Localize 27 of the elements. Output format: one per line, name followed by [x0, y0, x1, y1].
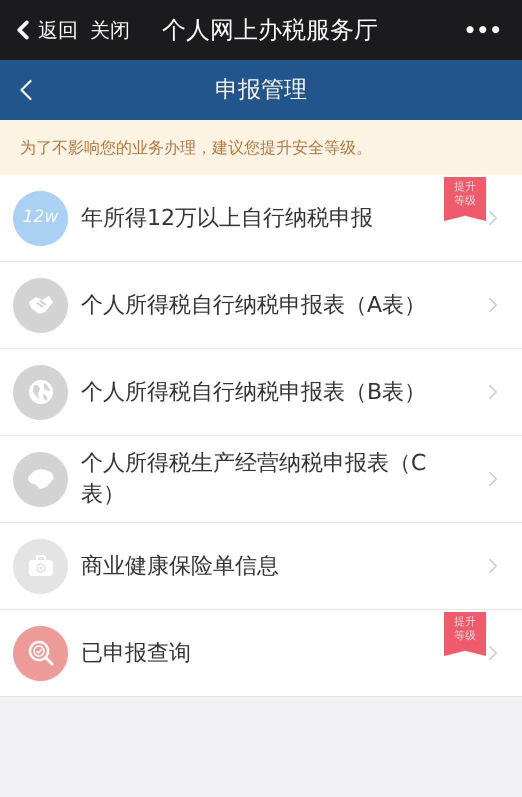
- item-label: 个人所得税生产经营纳税申报表（C表）: [81, 450, 428, 509]
- more-button[interactable]: •••: [464, 15, 502, 45]
- item-label: 商业健康保险单信息: [81, 552, 280, 580]
- item-label: 年所得12万以上自行纳税申报: [81, 204, 374, 232]
- icon-text: 12w: [22, 206, 58, 230]
- medical-kit-icon: [28, 555, 54, 577]
- globe-icon: [28, 379, 54, 405]
- close-button[interactable]: 关闭: [90, 15, 130, 45]
- item-label: 个人所得税自行纳税申报表（B表）: [81, 378, 428, 406]
- ribbon-text: 提升: [454, 615, 476, 629]
- list-item[interactable]: 商业健康保险单信息: [0, 523, 522, 610]
- back-button[interactable]: 返回: [8, 15, 78, 45]
- list-item[interactable]: 个人所得税自行纳税申报表（B表）: [0, 349, 522, 436]
- notice-text: 为了不影响您的业务办理，建议您提升安全等级。: [20, 136, 372, 158]
- list-item[interactable]: 12w 年所得12万以上自行纳税申报 提升 等级: [0, 175, 522, 262]
- item-label: 个人所得税自行纳税申报表（A表）: [81, 292, 428, 320]
- list-item[interactable]: 个人所得税生产经营纳税申报表（C表）: [0, 436, 522, 523]
- item-label: 已申报查询: [81, 640, 192, 668]
- window-title: 个人网上办税服务厅: [162, 15, 378, 46]
- ribbon-text: 等级: [454, 194, 476, 208]
- ribbon-text: 等级: [454, 629, 476, 643]
- page-title: 申报管理: [215, 76, 307, 105]
- handshake-icon: [26, 294, 54, 316]
- search-check-icon: [26, 639, 54, 667]
- list-item[interactable]: 个人所得税自行纳税申报表（A表）: [0, 262, 522, 349]
- list-item[interactable]: 已申报查询 提升 等级: [0, 610, 522, 697]
- ribbon-text: 提升: [454, 180, 476, 194]
